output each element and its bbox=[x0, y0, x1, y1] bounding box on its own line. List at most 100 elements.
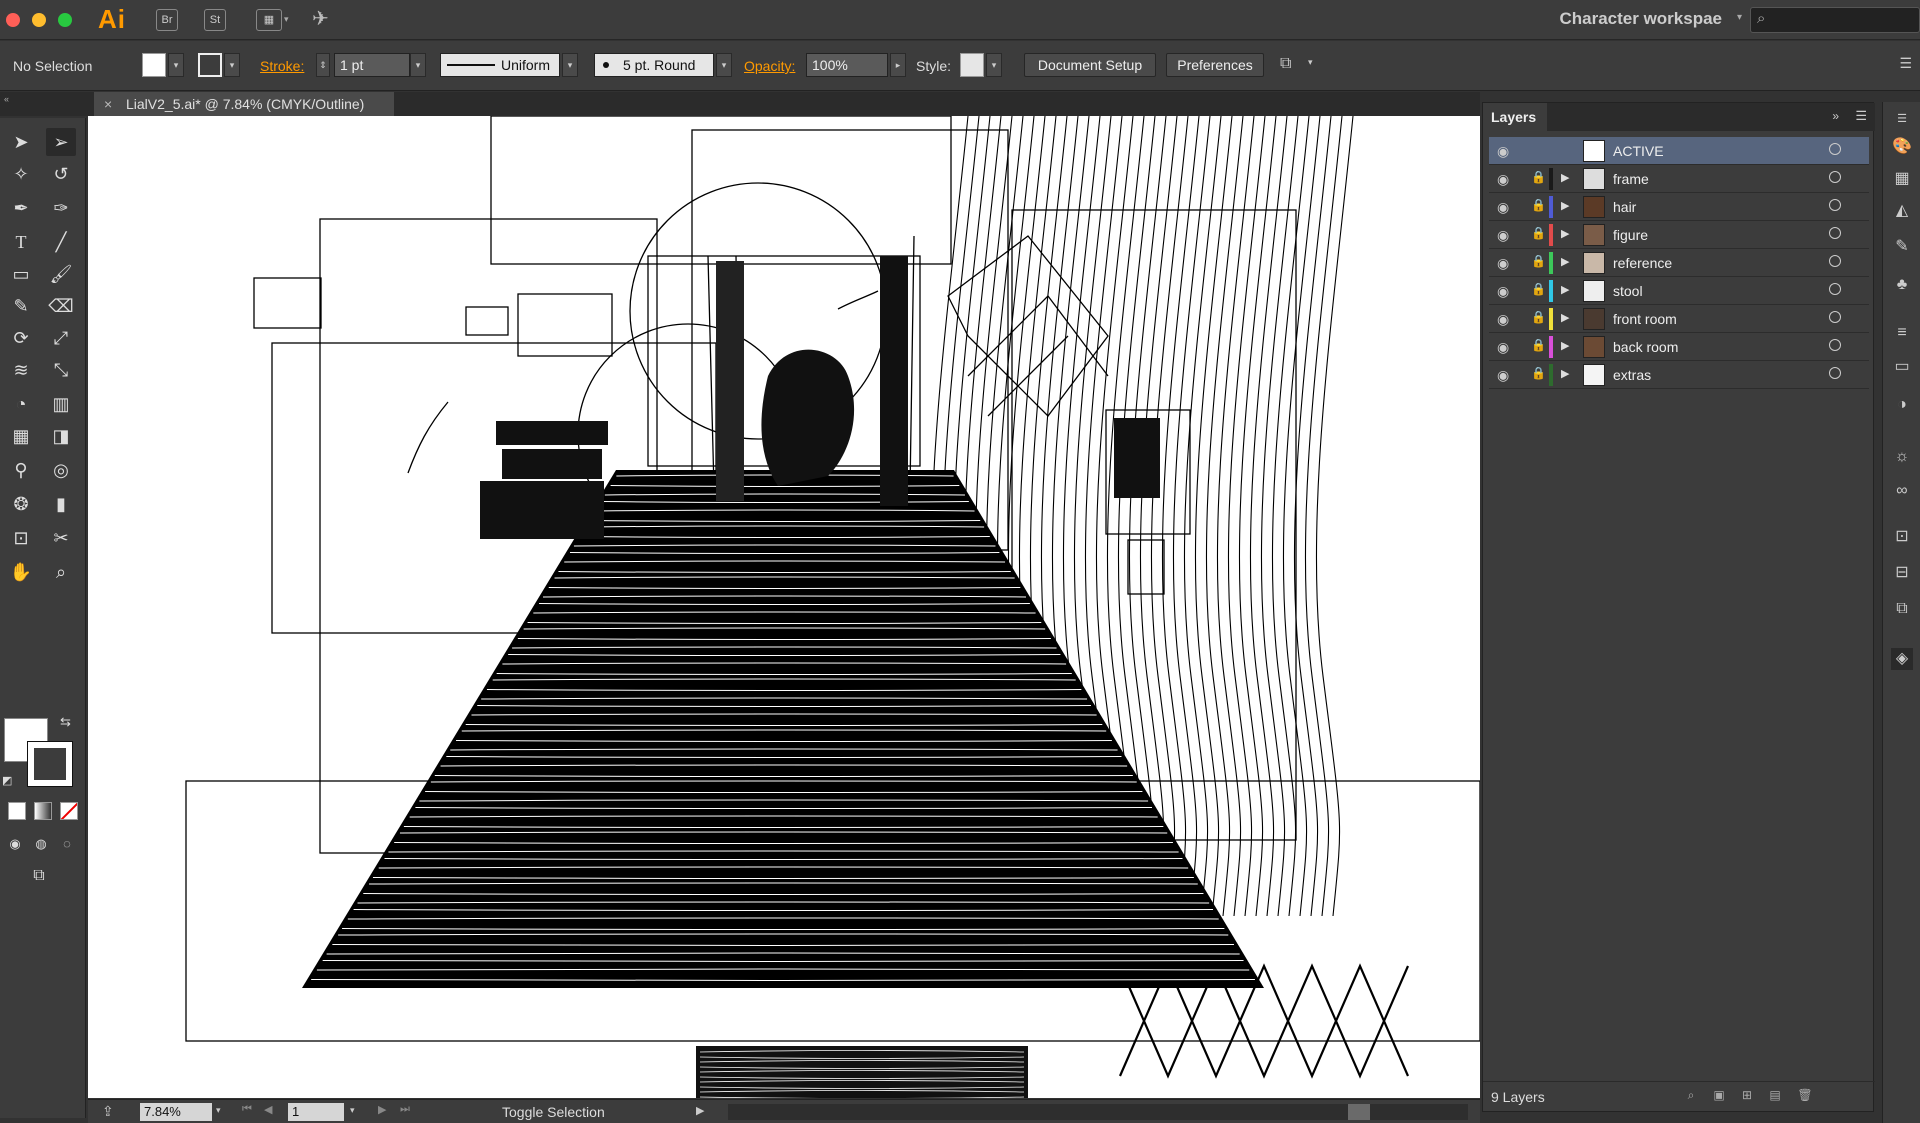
default-colors-icon[interactable]: ◩ bbox=[2, 774, 12, 787]
align-to-selection-icon[interactable]: ⧉ bbox=[1280, 55, 1291, 73]
graph-icon[interactable]: ▮ bbox=[46, 490, 76, 518]
gpu-performance-icon[interactable]: ✈ bbox=[312, 6, 329, 31]
curvature-icon[interactable]: ✑ bbox=[46, 194, 76, 222]
warp-icon[interactable]: ≋ bbox=[6, 356, 36, 384]
close-tab-icon[interactable]: × bbox=[104, 92, 112, 116]
rotate-icon[interactable]: ⟳ bbox=[6, 324, 36, 352]
layer-target-icon[interactable] bbox=[1829, 339, 1841, 351]
layer-target-icon[interactable] bbox=[1829, 311, 1841, 323]
workspace-switcher[interactable]: Character workspae bbox=[1559, 9, 1722, 29]
shaper-icon[interactable]: ✎ bbox=[6, 292, 36, 320]
expand-triangle-icon[interactable]: ▶ bbox=[1561, 367, 1569, 380]
visibility-eye-icon[interactable]: ◉ bbox=[1497, 367, 1509, 384]
pen-icon[interactable]: ✒ bbox=[6, 194, 36, 222]
visibility-eye-icon[interactable]: ◉ bbox=[1497, 199, 1509, 216]
maximize-window-button[interactable] bbox=[58, 13, 72, 27]
document-tab[interactable]: × LialV2_5.ai* @ 7.84% (CMYK/Outline) bbox=[94, 92, 394, 116]
visibility-eye-icon[interactable]: ◉ bbox=[1497, 283, 1509, 300]
free-transform-icon[interactable]: ⤡ bbox=[46, 356, 76, 384]
layer-row[interactable]: ◉ 🔒 ▶ front room bbox=[1489, 305, 1869, 333]
stroke-label[interactable]: Stroke: bbox=[260, 58, 304, 74]
artboard-canvas[interactable] bbox=[88, 116, 1480, 1098]
document-setup-button[interactable]: Document Setup bbox=[1024, 53, 1156, 77]
close-window-button[interactable] bbox=[6, 13, 20, 27]
stroke-weight-stepper[interactable]: ⇕ bbox=[316, 53, 330, 77]
arrange-documents-icon[interactable]: ▦ bbox=[256, 9, 282, 31]
layer-name[interactable]: frame bbox=[1613, 171, 1649, 187]
cc-libraries-icon[interactable]: ∞ bbox=[1891, 480, 1913, 502]
eraser-icon[interactable]: ⌫ bbox=[46, 292, 76, 320]
symbols-icon[interactable]: ♣ bbox=[1891, 274, 1913, 296]
gradient-icon[interactable]: ◨ bbox=[46, 422, 76, 450]
layer-target-icon[interactable] bbox=[1829, 199, 1841, 211]
hand-icon[interactable]: ✋ bbox=[6, 558, 36, 586]
zoom-icon[interactable]: ⌕ bbox=[46, 558, 76, 586]
layer-name[interactable]: hair bbox=[1613, 199, 1636, 215]
artboard-dropdown-icon[interactable]: ▾ bbox=[350, 1105, 355, 1116]
last-artboard-icon[interactable]: ⏭ bbox=[400, 1103, 410, 1116]
layer-name[interactable]: extras bbox=[1613, 367, 1651, 383]
status-text[interactable]: Toggle Selection bbox=[502, 1104, 605, 1120]
type-icon[interactable]: T bbox=[6, 228, 36, 256]
panel-menu-icon[interactable]: ☰ bbox=[1899, 55, 1912, 72]
artboard-number-field[interactable]: 1 bbox=[288, 1103, 344, 1121]
graphic-style-swatch[interactable] bbox=[960, 53, 984, 77]
layer-row[interactable]: ◉ 🔒 ▶ back room bbox=[1489, 333, 1869, 361]
lock-icon[interactable]: 🔒 bbox=[1531, 226, 1546, 240]
stroke-color-box[interactable] bbox=[27, 741, 73, 787]
expand-triangle-icon[interactable]: ▶ bbox=[1561, 283, 1569, 296]
lock-icon[interactable]: 🔒 bbox=[1531, 254, 1546, 268]
minimize-window-button[interactable] bbox=[32, 13, 46, 27]
layer-row[interactable]: ◉ 🔒 ▶ hair bbox=[1489, 193, 1869, 221]
opacity-field[interactable]: 100% bbox=[806, 53, 888, 77]
transform-icon[interactable]: ⊡ bbox=[1891, 526, 1913, 548]
eyedropper-icon[interactable]: ⚲ bbox=[6, 456, 36, 484]
layer-target-icon[interactable] bbox=[1829, 143, 1841, 155]
transparency-icon[interactable]: ◑ bbox=[1891, 394, 1913, 416]
layer-name[interactable]: figure bbox=[1613, 227, 1648, 243]
opacity-label[interactable]: Opacity: bbox=[744, 58, 795, 74]
rectangle-icon[interactable]: ▭ bbox=[6, 260, 36, 288]
chevron-down-icon[interactable]: ▾ bbox=[1308, 57, 1313, 68]
horizontal-scrollbar[interactable] bbox=[728, 1104, 1468, 1120]
layer-target-icon[interactable] bbox=[1829, 367, 1841, 379]
panel-menu-icon[interactable]: ☰ bbox=[1855, 108, 1867, 124]
expand-triangle-icon[interactable]: ▶ bbox=[1561, 199, 1569, 212]
new-sublayer-icon[interactable]: ⊞ bbox=[1739, 1088, 1755, 1104]
variable-width-profile[interactable]: Uniform bbox=[440, 53, 560, 77]
lasso-icon[interactable]: ↺ bbox=[46, 160, 76, 188]
draw-normal-icon[interactable]: ◉ bbox=[2, 830, 28, 858]
locate-object-icon[interactable]: ⌕ bbox=[1683, 1088, 1699, 1104]
align-icon[interactable]: ⊟ bbox=[1891, 562, 1913, 584]
layer-target-icon[interactable] bbox=[1829, 171, 1841, 183]
first-artboard-icon[interactable]: ⏮ bbox=[242, 1103, 252, 1116]
new-layer-icon[interactable]: ▤ bbox=[1767, 1088, 1783, 1104]
visibility-eye-icon[interactable]: ◉ bbox=[1497, 227, 1509, 244]
color-guide-icon[interactable]: ◭ bbox=[1891, 200, 1913, 222]
collapse-panel-icon[interactable]: » bbox=[1832, 109, 1839, 123]
draw-inside-icon[interactable]: ◌ bbox=[54, 830, 80, 858]
opacity-arrow[interactable]: ▸ bbox=[890, 53, 906, 77]
chevron-down-icon[interactable]: ▾ bbox=[1737, 12, 1742, 23]
collapse-toolbar-icon[interactable]: « bbox=[4, 94, 9, 104]
zoom-dropdown-icon[interactable]: ▾ bbox=[216, 1105, 221, 1116]
layer-row[interactable]: ◉ 🔒 ▶ extras bbox=[1489, 361, 1869, 389]
expand-triangle-icon[interactable]: ▶ bbox=[1561, 171, 1569, 184]
layer-target-icon[interactable] bbox=[1829, 227, 1841, 239]
layer-name[interactable]: reference bbox=[1613, 255, 1672, 271]
stock-button[interactable]: St bbox=[204, 9, 226, 31]
selection-tool-icon[interactable]: ➤ bbox=[6, 128, 36, 156]
pathfinder-icon[interactable]: ⧉ bbox=[1891, 598, 1913, 620]
brushes-icon[interactable]: ✎ bbox=[1891, 236, 1913, 258]
expand-triangle-icon[interactable]: ▶ bbox=[1561, 311, 1569, 324]
expand-triangle-icon[interactable]: ▶ bbox=[1561, 255, 1569, 268]
expand-triangle-icon[interactable]: ▶ bbox=[1561, 339, 1569, 352]
lock-icon[interactable]: 🔒 bbox=[1531, 170, 1546, 184]
layer-row[interactable]: ◉ ACTIVE bbox=[1489, 137, 1869, 165]
brush-definition[interactable]: 5 pt. Round bbox=[594, 53, 714, 77]
paintbrush-icon[interactable]: 🖌 bbox=[46, 260, 76, 288]
stroke-panel-icon[interactable]: ≡ bbox=[1891, 322, 1913, 344]
lock-icon[interactable]: 🔒 bbox=[1531, 198, 1546, 212]
panel-menu-icon[interactable]: ☰ bbox=[1891, 108, 1913, 130]
lock-icon[interactable]: 🔒 bbox=[1531, 366, 1546, 380]
